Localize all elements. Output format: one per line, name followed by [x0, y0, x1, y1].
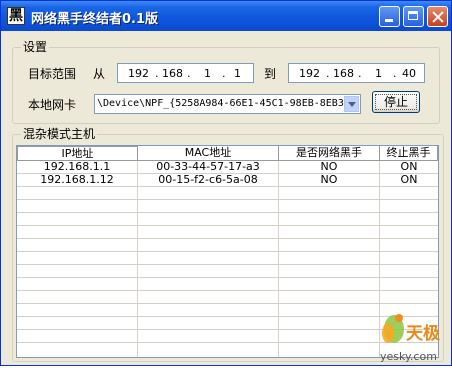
app-icon[interactable]: 黑 [7, 7, 25, 25]
minimize-button[interactable] [379, 6, 400, 27]
start-ip-octet-1: 192 [128, 67, 149, 80]
row-terminate[interactable]: ON [380, 173, 438, 186]
yesky-watermark: 天极 yesky.com [377, 309, 447, 365]
end-ip-input[interactable]: 192 . 168 . 1 . 40 [288, 63, 425, 83]
maximize-button[interactable] [403, 6, 424, 27]
watermark-domain: yesky.com [380, 350, 437, 363]
stop-button[interactable]: 停止 [372, 91, 420, 113]
close-button[interactable] [427, 6, 448, 27]
row-is-attacker: NO [320, 160, 338, 173]
hosts-list[interactable]: IP地址 MAC地址 是否网络黑手 终止黑手 192.168.1.1 00-33… [16, 145, 439, 358]
end-ip-octet-3: 1 [375, 67, 382, 80]
close-icon [428, 7, 447, 26]
chevron-down-icon[interactable] [344, 96, 359, 112]
hosts-legend: 混杂模式主机 [21, 127, 98, 141]
start-ip-octet-2: 168 [162, 67, 183, 80]
from-label: 从 [93, 67, 106, 81]
to-label: 到 [264, 67, 277, 81]
column-header-terminate[interactable]: 终止黑手 [380, 146, 438, 161]
start-ip-input[interactable]: 192 . 168 . 1 . 1 [117, 63, 254, 83]
watermark-brand: 天极 [406, 324, 440, 344]
end-ip-octet-4: 40 [402, 67, 416, 80]
start-ip-octet-4: 1 [234, 67, 241, 80]
main-window: 黑 网络黑手终结者0.1版 设置 目标范围 从 192 . 168 . 1 . … [0, 0, 452, 366]
column-header-is-attacker[interactable]: 是否网络黑手 [279, 146, 380, 161]
target-range-label: 目标范围 [28, 67, 77, 81]
adapter-label: 本地网卡 [28, 98, 77, 112]
row-ip: 192.168.1.12 [40, 173, 114, 186]
column-header-mac[interactable]: MAC地址 [138, 146, 279, 161]
end-ip-octet-2: 168 [333, 67, 354, 80]
adapter-select[interactable]: \Device\NPF_{5258A984-66E1-45C1-98EB-8EB… [94, 94, 361, 114]
yesky-logo-icon: 天极 yesky.com [380, 314, 440, 363]
row-terminate[interactable]: ON [380, 160, 438, 173]
window-title: 网络黑手终结者0.1版 [31, 12, 159, 27]
start-ip-octet-3: 1 [204, 67, 211, 80]
row-ip: 192.168.1.1 [43, 160, 111, 173]
row-mac: 00-33-44-57-17-a3 [156, 160, 260, 173]
title-bar[interactable]: 黑 网络黑手终结者0.1版 [1, 1, 451, 31]
row-is-attacker: NO [320, 173, 338, 186]
adapter-value: \Device\NPF_{5258A984-66E1-45C1-98EB-8EB… [97, 98, 344, 109]
column-header-ip[interactable]: IP地址 [17, 146, 138, 161]
end-ip-octet-1: 192 [299, 67, 320, 80]
maximize-icon [404, 7, 423, 26]
settings-legend: 设置 [21, 40, 50, 54]
row-mac: 00-15-f2-c6-5a-08 [158, 173, 258, 186]
minimize-icon [380, 7, 399, 26]
